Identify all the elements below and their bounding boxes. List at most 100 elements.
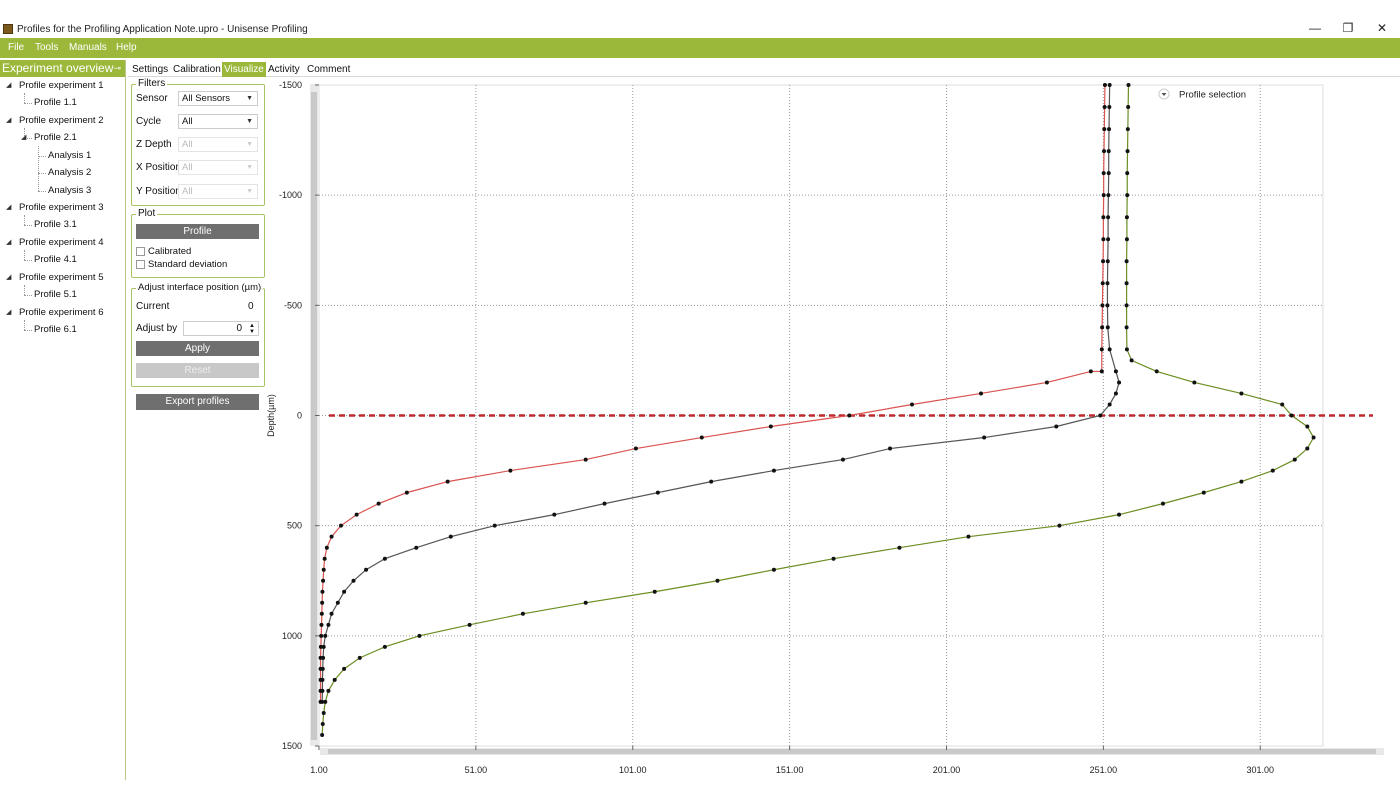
- tree-item-analysis-3[interactable]: Analysis 3: [48, 185, 91, 196]
- standard-deviation-label: Standard deviation: [148, 259, 228, 270]
- y-tick-label: 1000: [282, 631, 302, 641]
- data-point: [1101, 215, 1106, 220]
- data-point: [335, 600, 340, 605]
- series-line-2: [321, 84, 1315, 736]
- standard-deviation-checkbox[interactable]: [136, 260, 145, 269]
- calibrated-label: Calibrated: [148, 246, 192, 257]
- z-depth-select[interactable]: All ▼: [178, 137, 258, 152]
- cycle-select-value: All: [182, 116, 193, 127]
- tree-item-profile-2-1[interactable]: Profile 2.1: [34, 132, 77, 143]
- tree-item-experiment-2[interactable]: Profile experiment 2: [19, 115, 103, 126]
- cycle-select[interactable]: All ▼: [178, 114, 258, 129]
- tree-item-analysis-2[interactable]: Analysis 2: [48, 167, 91, 178]
- data-point: [342, 589, 347, 594]
- data-point: [1126, 105, 1131, 110]
- data-point: [319, 622, 324, 627]
- profile-chart[interactable]: 1.00 51.00 101.00 151.00 201.00 251.00 301.00 -…: [262, 78, 1400, 780]
- adjust-by-stepper[interactable]: 0 ▲ ▼: [183, 321, 259, 336]
- tab-strip: Settings Calibration Visualize Activity …: [128, 60, 1400, 77]
- sensor-select[interactable]: All Sensors ▼: [178, 91, 258, 106]
- expand-toggle-icon[interactable]: ◢: [6, 116, 11, 124]
- restore-button[interactable]: ❐: [1338, 21, 1358, 35]
- tab-activity[interactable]: Activity: [266, 62, 302, 77]
- y-position-label: Y Position: [136, 186, 181, 197]
- data-point: [979, 391, 984, 396]
- menu-file[interactable]: File: [8, 42, 24, 53]
- data-point: [1102, 127, 1107, 132]
- data-point: [1311, 435, 1316, 440]
- export-profiles-button[interactable]: Export profiles: [136, 394, 259, 410]
- chevron-down-icon[interactable]: ▼: [249, 329, 255, 335]
- menu-bar: File Tools Manuals Help: [0, 38, 1400, 58]
- series-line-1: [321, 84, 1120, 702]
- data-point: [1107, 127, 1112, 132]
- y-position-select[interactable]: All ▼: [178, 184, 258, 199]
- tab-comment[interactable]: Comment: [305, 62, 352, 77]
- tree-item-profile-4-1[interactable]: Profile 4.1: [34, 254, 77, 265]
- close-button[interactable]: ✕: [1372, 21, 1392, 35]
- profile-button[interactable]: Profile: [136, 224, 259, 239]
- tree-item-profile-3-1[interactable]: Profile 3.1: [34, 219, 77, 230]
- adjust-interface-title: Adjust interface position (µm): [136, 282, 264, 293]
- data-point: [1099, 369, 1104, 374]
- expand-toggle-icon[interactable]: ◢: [21, 133, 26, 141]
- tab-settings[interactable]: Settings: [130, 62, 170, 77]
- expand-toggle-icon[interactable]: ◢: [6, 238, 11, 246]
- sensor-select-value: All Sensors: [182, 93, 231, 104]
- expand-toggle-icon[interactable]: ◢: [6, 308, 11, 316]
- tree-item-experiment-6[interactable]: Profile experiment 6: [19, 307, 103, 318]
- data-point: [445, 479, 450, 484]
- data-point: [1125, 171, 1130, 176]
- data-point: [847, 413, 852, 418]
- pin-icon[interactable]: ⊸: [113, 60, 121, 77]
- y-tick-label: -1500: [279, 80, 302, 90]
- expand-toggle-icon[interactable]: ◢: [6, 203, 11, 211]
- data-point: [1105, 259, 1110, 264]
- data-point: [357, 655, 362, 660]
- data-point: [320, 666, 325, 671]
- data-point: [1102, 149, 1107, 154]
- data-point: [1106, 193, 1111, 198]
- app-icon: [3, 24, 13, 34]
- tree-item-profile-1-1[interactable]: Profile 1.1: [34, 97, 77, 108]
- data-point: [382, 644, 387, 649]
- menu-tools[interactable]: Tools: [35, 42, 58, 53]
- menu-manuals[interactable]: Manuals: [69, 42, 107, 53]
- tree-item-profile-6-1[interactable]: Profile 6.1: [34, 324, 77, 335]
- tree-item-experiment-5[interactable]: Profile experiment 5: [19, 272, 103, 283]
- data-point: [332, 677, 337, 682]
- minimize-button[interactable]: —: [1305, 21, 1325, 35]
- data-point: [320, 688, 325, 693]
- data-point: [1107, 83, 1112, 87]
- tree-item-profile-5-1[interactable]: Profile 5.1: [34, 289, 77, 300]
- data-point: [552, 512, 557, 517]
- data-point: [633, 446, 638, 451]
- data-point: [320, 600, 325, 605]
- adjust-by-value: 0: [236, 323, 242, 334]
- data-point: [1292, 457, 1297, 462]
- tab-calibration[interactable]: Calibration: [171, 62, 223, 77]
- data-point: [897, 545, 902, 550]
- tree-connector: [24, 330, 32, 331]
- expand-toggle-icon[interactable]: ◢: [6, 81, 11, 89]
- calibrated-checkbox[interactable]: [136, 247, 145, 256]
- plot-title: Plot: [136, 208, 158, 219]
- expand-toggle-icon[interactable]: ◢: [6, 273, 11, 281]
- apply-button[interactable]: Apply: [136, 341, 259, 356]
- data-point: [324, 545, 329, 550]
- tree-connector: [24, 260, 32, 261]
- data-point: [1117, 512, 1122, 517]
- tab-visualize[interactable]: Visualize: [222, 62, 266, 77]
- data-point: [1106, 171, 1111, 176]
- tree-item-experiment-3[interactable]: Profile experiment 3: [19, 202, 103, 213]
- data-point: [326, 688, 331, 693]
- x-position-select[interactable]: All ▼: [178, 160, 258, 175]
- tree-item-analysis-1[interactable]: Analysis 1: [48, 150, 91, 161]
- menu-help[interactable]: Help: [116, 42, 137, 53]
- reset-button[interactable]: Reset: [136, 363, 259, 378]
- tree-item-experiment-4[interactable]: Profile experiment 4: [19, 237, 103, 248]
- data-point: [1305, 446, 1310, 451]
- tree-item-experiment-1[interactable]: Profile experiment 1: [19, 80, 103, 91]
- tree-connector: [24, 103, 32, 104]
- data-point: [1124, 303, 1129, 308]
